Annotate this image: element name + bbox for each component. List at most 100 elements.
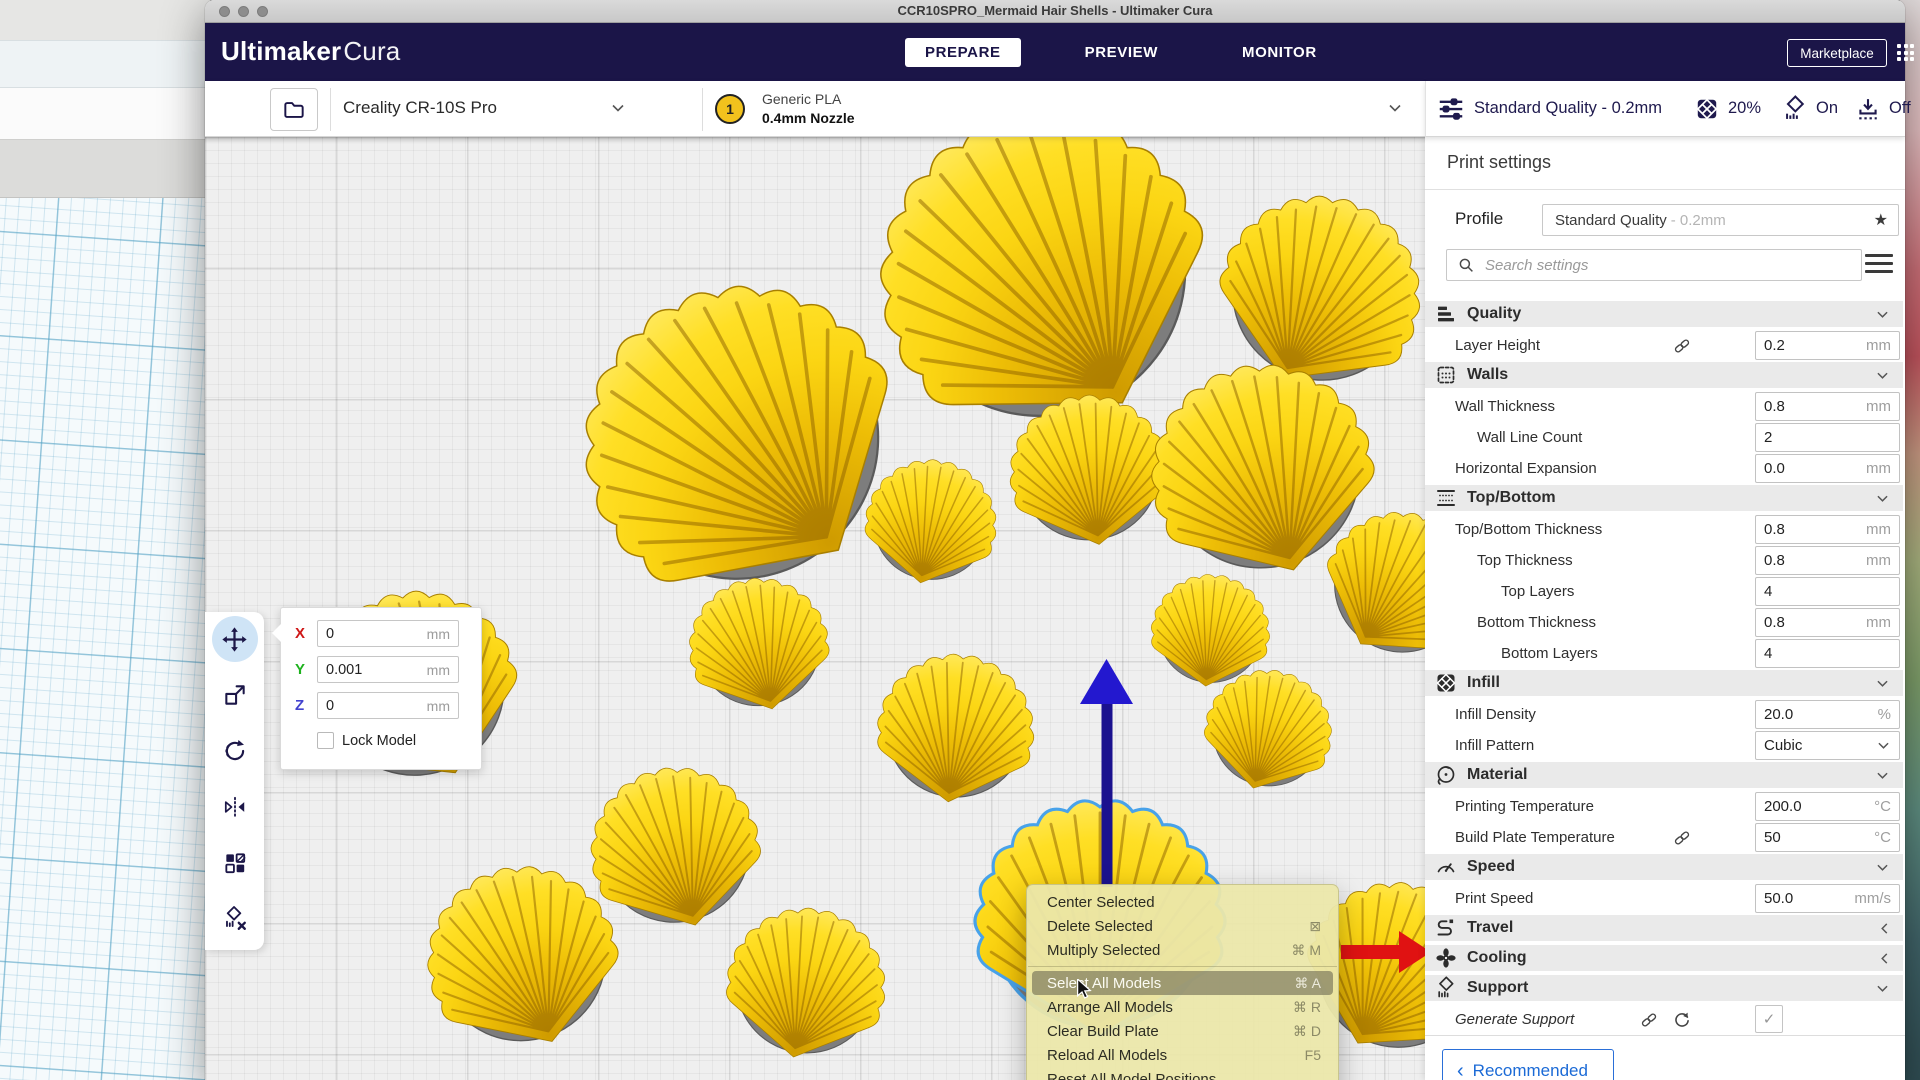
infill-icon [1694, 96, 1720, 122]
settings-visibility-menu-icon[interactable] [1865, 254, 1893, 273]
menu-separator [1028, 966, 1337, 967]
model-shell[interactable] [870, 647, 1041, 810]
scale-tool[interactable] [212, 672, 258, 718]
profile-dropdown[interactable]: Standard Quality - 0.2mm ★ [1542, 204, 1899, 236]
support-icon [1781, 95, 1809, 123]
setting-input[interactable]: 0.2mm [1755, 331, 1900, 360]
section-walls[interactable]: Walls [1425, 362, 1903, 388]
link-icon[interactable] [1639, 1010, 1659, 1030]
print-settings-summary[interactable]: Standard Quality - 0.2mm 20% On Off [1425, 81, 1905, 137]
open-file-button[interactable] [270, 88, 318, 131]
section-top-bottom[interactable]: Top/Bottom [1425, 485, 1903, 511]
viewport-3d[interactable]: X0mmY0.001mmZ0mm Lock Model Center Selec… [205, 137, 1425, 1080]
lock-model-checkbox[interactable] [317, 732, 334, 749]
logo-light: Cura [343, 36, 400, 66]
setting-input[interactable]: 20.0% [1755, 700, 1900, 729]
section-speed[interactable]: Speed [1425, 854, 1903, 880]
menu-item-multiply-selected[interactable]: Multiply Selected⌘ M [1032, 938, 1333, 962]
tab-monitor[interactable]: MONITOR [1222, 38, 1337, 67]
background-band [0, 88, 210, 140]
chevron-left-icon: ‹ [1457, 1052, 1464, 1080]
axis-z-input[interactable]: 0mm [317, 692, 459, 719]
link-icon[interactable] [1672, 336, 1692, 356]
summary-profile: Standard Quality - 0.2mm [1474, 99, 1662, 118]
panel-footer: ‹ Recommended [1425, 1035, 1905, 1080]
cura-window: CCR10SPRO_Mermaid Hair Shells - Ultimake… [205, 0, 1905, 1080]
move-handle-x-stem[interactable] [1341, 945, 1399, 959]
setting-row-horizontal-expansion: Horizontal Expansion0.0mm [1425, 454, 1905, 483]
setting-input[interactable]: 0.0mm [1755, 454, 1900, 483]
axis-y-label: Y [295, 661, 317, 678]
search-placeholder: Search settings [1485, 257, 1588, 274]
setting-input[interactable]: 4 [1755, 639, 1900, 668]
setting-checkbox[interactable]: ✓ [1755, 1005, 1783, 1033]
menu-item-reset-all-model-positions[interactable]: Reset All Model Positions [1032, 1067, 1333, 1080]
marketplace-button[interactable]: Marketplace [1787, 39, 1887, 67]
profile-value: Standard Quality [1555, 212, 1667, 229]
model-shell[interactable] [856, 450, 1007, 594]
rotate-tool[interactable] [212, 728, 258, 774]
apps-grid-icon[interactable] [1897, 44, 1914, 61]
setting-row-layer-height: Layer Height0.2mm [1425, 331, 1905, 360]
section-quality[interactable]: Quality [1425, 301, 1903, 327]
move-tool[interactable] [212, 616, 258, 662]
menu-shortcut: ⌘ R [1293, 999, 1321, 1016]
setting-input[interactable]: 0.8mm [1755, 515, 1900, 544]
chevron-down-icon [1387, 102, 1403, 114]
move-icon [221, 626, 248, 653]
menu-item-delete-selected[interactable]: Delete Selected⊠ [1032, 914, 1333, 938]
tab-prepare[interactable]: PREPARE [905, 38, 1021, 67]
chevron-down-icon [1875, 862, 1890, 873]
tab-preview[interactable]: PREVIEW [1065, 38, 1178, 67]
recommended-mode-button[interactable]: ‹ Recommended [1442, 1049, 1614, 1080]
menu-item-clear-build-plate[interactable]: Clear Build Plate⌘ D [1032, 1019, 1333, 1043]
setting-input[interactable]: 0.8mm [1755, 546, 1900, 575]
support-icon [1434, 976, 1458, 1000]
star-icon[interactable]: ★ [1874, 210, 1888, 230]
mirror-tool[interactable] [212, 784, 258, 830]
move-handle-z-stem[interactable] [1102, 697, 1113, 887]
profile-label: Profile [1455, 209, 1503, 229]
divider [330, 88, 331, 131]
axis-x-input[interactable]: 0mm [317, 620, 459, 647]
model-shell[interactable] [676, 566, 840, 724]
section-infill[interactable]: Infill [1425, 670, 1903, 696]
axis-y-input[interactable]: 0.001mm [317, 656, 459, 683]
section-travel[interactable]: Travel [1425, 915, 1903, 941]
setting-row-wall-thickness: Wall Thickness0.8mm [1425, 392, 1905, 421]
rotate-icon [222, 738, 248, 764]
cooling-icon [1434, 946, 1458, 970]
section-support[interactable]: Support [1425, 975, 1903, 1001]
setting-input[interactable]: 2 [1755, 423, 1900, 452]
chevron-down-icon [1875, 983, 1890, 994]
setting-input[interactable]: 0.8mm [1755, 392, 1900, 421]
setting-input[interactable]: 200.0°C [1755, 792, 1900, 821]
setting-row-infill-pattern: Infill PatternCubic [1425, 731, 1905, 760]
axis-x-label: X [295, 625, 317, 642]
per-model-icon [222, 850, 248, 876]
chevron-down-icon [1875, 309, 1890, 320]
move-handle-up-arrow[interactable] [1080, 659, 1133, 704]
section-cooling[interactable]: Cooling [1425, 945, 1903, 971]
chevron-left-icon [1879, 921, 1890, 936]
menu-item-center-selected[interactable]: Center Selected [1032, 890, 1333, 914]
support-blocker-tool[interactable] [212, 896, 258, 942]
setting-row-wall-line-count: Wall Line Count2 [1425, 423, 1905, 452]
reset-icon[interactable] [1672, 1010, 1692, 1030]
graph-paper [0, 198, 210, 1080]
setting-row-top-layers: Top Layers4 [1425, 577, 1905, 606]
setting-input[interactable]: 4 [1755, 577, 1900, 606]
menu-item-reload-all-models[interactable]: Reload All ModelsF5 [1032, 1043, 1333, 1067]
per-model-settings-tool[interactable] [212, 840, 258, 886]
link-icon[interactable] [1672, 828, 1692, 848]
background-window [0, 0, 210, 1080]
summary-infill: 20% [1728, 99, 1761, 118]
section-material[interactable]: Material [1425, 762, 1903, 788]
search-input[interactable]: Search settings [1446, 249, 1862, 281]
setting-input[interactable]: 0.8mm [1755, 608, 1900, 637]
setting-input[interactable]: 50.0mm/s [1755, 884, 1900, 913]
setting-select[interactable]: Cubic [1755, 731, 1900, 760]
stage-tabs: PREPARE PREVIEW MONITOR [905, 38, 1337, 67]
setting-input[interactable]: 50°C [1755, 823, 1900, 852]
model-shell[interactable] [715, 896, 897, 1071]
